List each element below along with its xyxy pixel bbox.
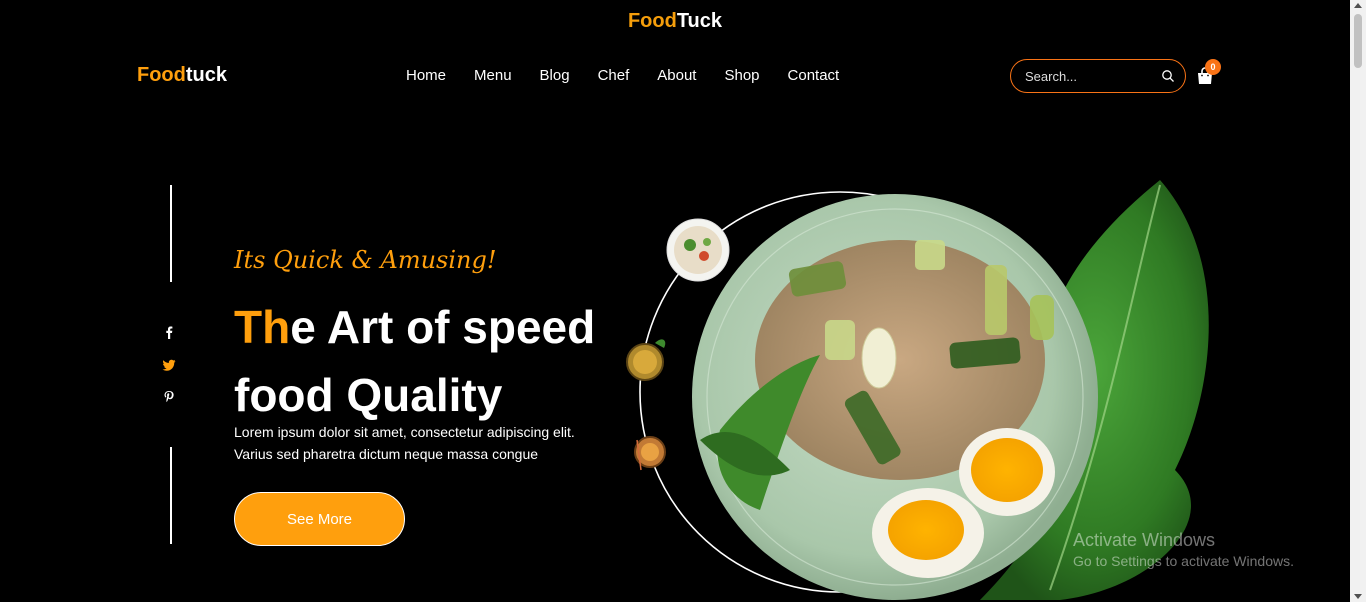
main-nav: Home Menu Blog Chef About Shop Contact [392,67,853,84]
windows-activation-watermark: Activate Windows Go to Settings to activ… [1073,530,1294,569]
nav-shop[interactable]: Shop [724,67,759,84]
top-brand-part-a: Food [627,10,677,32]
headline-line1-rest: e Art of speed [290,301,596,353]
cart-count-badge: 0 [1205,59,1221,75]
scroll-up-icon[interactable] [1354,3,1362,8]
scrollbar-thumb[interactable] [1354,14,1362,68]
top-brand: FoodTuck [0,10,1350,33]
divider-bottom [170,447,172,544]
hero-desc-line1: Lorem ipsum dolor sit amet, consectetur … [234,424,575,440]
search-input[interactable] [1025,68,1155,84]
page-scrollbar[interactable] [1350,0,1366,602]
search-box [1010,59,1186,93]
nav-blog[interactable]: Blog [540,67,570,84]
nav-about[interactable]: About [657,67,696,84]
logo[interactable]: Foodtuck [137,64,227,87]
hero-tagline: Its Quick & Amusing! [234,246,497,274]
facebook-icon[interactable] [162,325,176,339]
divider-top [170,185,172,282]
hero-desc-line2: Varius sed pharetra dictum neque massa c… [234,446,539,462]
scroll-down-icon[interactable] [1354,594,1362,599]
top-brand-part-b: Tuck [676,10,723,32]
headline-accent: Th [234,301,291,353]
twitter-icon[interactable] [162,358,176,372]
watermark-line1: Activate Windows [1073,530,1216,550]
hero-description: Lorem ipsum dolor sit amet, consectetur … [234,421,614,465]
logo-part-b: tuck [185,64,227,86]
nav-contact[interactable]: Contact [788,67,840,84]
pinterest-icon[interactable] [162,390,176,404]
hero-headline: The Art of speed food Quality [234,293,634,429]
search-icon[interactable] [1161,69,1175,83]
nav-menu[interactable]: Menu [474,67,512,84]
see-more-button[interactable]: See More [234,492,405,546]
nav-home[interactable]: Home [406,67,446,84]
watermark-line2: Go to Settings to activate Windows. [1073,553,1294,569]
nav-chef[interactable]: Chef [598,67,630,84]
logo-part-a: Food [137,64,186,86]
headline-line2: food Quality [234,369,503,421]
